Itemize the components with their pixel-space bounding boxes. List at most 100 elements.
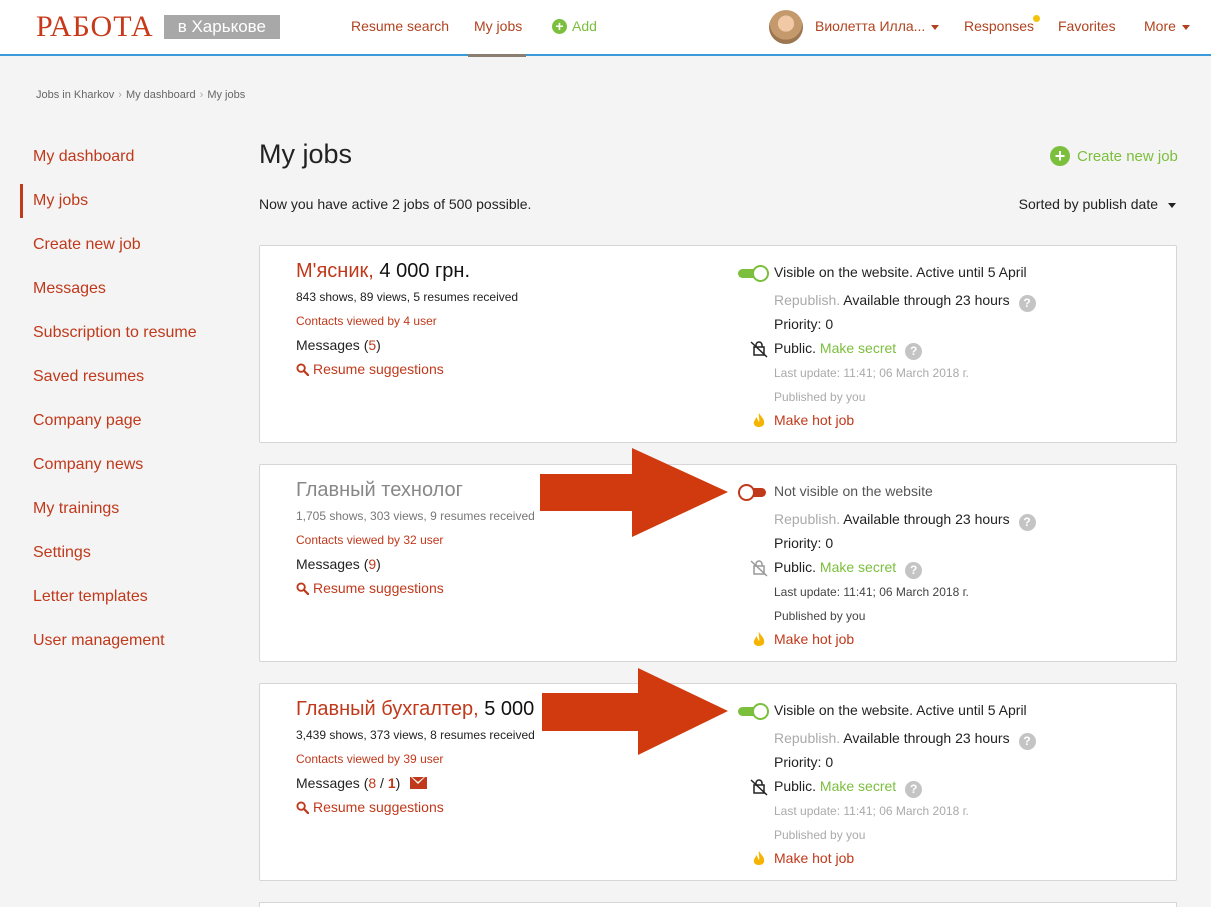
sidebar-item-messages[interactable]: Messages <box>20 272 230 316</box>
chevron-down-icon <box>1168 202 1176 208</box>
nav-more[interactable]: More <box>1144 18 1190 34</box>
public-row: Public. Make secret? <box>774 559 923 579</box>
job-messages: Messages (5) <box>296 337 381 353</box>
resume-suggestions-link[interactable]: Resume suggestions <box>296 580 444 596</box>
messages-label: Messages ( <box>296 556 369 572</box>
job-title: Главный технолог <box>296 479 463 501</box>
priority-text: Priority: 0 <box>774 754 834 770</box>
job-title-link[interactable]: Главный бухгалтер, 5 000 <box>296 698 534 721</box>
messages-count[interactable]: 5 <box>368 337 376 353</box>
breadcrumb-my-dashboard[interactable]: My dashboard <box>126 89 196 101</box>
job-title: М'ясник, <box>296 260 374 282</box>
contacts-viewed-link[interactable]: Contacts viewed by 4 user <box>296 314 437 328</box>
make-secret-link[interactable]: Make secret <box>820 778 896 794</box>
sidebar-item-my-dashboard[interactable]: My dashboard <box>20 140 230 184</box>
help-icon[interactable]: ? <box>905 343 923 360</box>
make-hot-job-link[interactable]: Make hot job <box>774 412 854 428</box>
sort-dropdown[interactable]: Sorted by publish date <box>1019 196 1176 212</box>
help-icon[interactable]: ? <box>1018 733 1036 750</box>
sidebar: My dashboard My jobs Create new job Mess… <box>20 140 230 668</box>
sidebar-item-my-trainings[interactable]: My trainings <box>20 492 230 536</box>
logo-main-text: РАБОТА <box>36 10 154 43</box>
sidebar-item-create-new-job[interactable]: Create new job <box>20 228 230 272</box>
sidebar-item-settings[interactable]: Settings <box>20 536 230 580</box>
search-icon <box>296 362 309 376</box>
active-jobs-summary: Now you have active 2 jobs of 500 possib… <box>259 196 532 212</box>
visibility-toggle[interactable] <box>738 484 769 501</box>
republish-link: Republish. <box>774 730 841 746</box>
sidebar-item-my-jobs[interactable]: My jobs <box>20 184 230 218</box>
search-icon <box>296 800 309 814</box>
job-title-link[interactable]: Главный технолог <box>296 479 463 502</box>
breadcrumb-separator: › <box>199 89 204 101</box>
sidebar-item-company-news[interactable]: Company news <box>20 448 230 492</box>
sidebar-item-company-page[interactable]: Company page <box>20 404 230 448</box>
top-header: РАБОТА в Харькове Resume search My jobs … <box>0 0 1211 56</box>
republish-row: Republish. Available through 23 hours? <box>774 292 1036 312</box>
priority-text: Priority: 0 <box>774 316 834 332</box>
job-stats: 3,439 shows, 373 views, 8 resumes receiv… <box>296 728 535 742</box>
create-new-job-button[interactable]: + Create new job <box>1050 146 1178 166</box>
resume-suggestions-link[interactable]: Resume suggestions <box>296 799 444 815</box>
resume-suggestions-link[interactable]: Resume suggestions <box>296 361 444 377</box>
logo-city-badge: в Харькове <box>163 15 280 39</box>
nav-responses[interactable]: Responses <box>964 18 1034 34</box>
chevron-down-icon <box>1181 24 1190 30</box>
contacts-viewed-link[interactable]: Contacts viewed by 32 user <box>296 533 443 547</box>
job-card-partial <box>259 902 1177 907</box>
last-update: Last update: 11:41; 06 March 2018 г. <box>774 366 969 380</box>
nav-add-label: Add <box>572 18 597 34</box>
active-tab-indicator <box>468 54 526 57</box>
flame-icon <box>753 413 765 427</box>
help-icon[interactable]: ? <box>1018 295 1036 312</box>
sidebar-item-user-management[interactable]: User management <box>20 624 230 668</box>
plus-icon: + <box>1050 146 1070 166</box>
make-secret-link[interactable]: Make secret <box>820 559 896 575</box>
breadcrumb-jobs-in-kharkov[interactable]: Jobs in Kharkov <box>36 89 114 101</box>
help-icon[interactable]: ? <box>905 781 923 798</box>
user-menu[interactable]: Виолетта Илла... <box>815 18 940 34</box>
resume-suggestions-label: Resume suggestions <box>313 799 444 815</box>
sidebar-item-saved-resumes[interactable]: Saved resumes <box>20 360 230 404</box>
envelope-icon[interactable] <box>410 777 428 789</box>
public-row: Public. Make secret? <box>774 778 923 798</box>
messages-new-count[interactable]: 1 <box>388 775 396 791</box>
make-hot-job-link[interactable]: Make hot job <box>774 850 854 866</box>
avatar[interactable] <box>769 10 803 44</box>
messages-count[interactable]: 9 <box>368 556 376 572</box>
breadcrumb: Jobs in Kharkov › My dashboard › My jobs <box>36 89 245 101</box>
make-secret-link[interactable]: Make secret <box>820 340 896 356</box>
site-logo[interactable]: РАБОТА в Харькове <box>36 10 280 44</box>
make-hot-job-link[interactable]: Make hot job <box>774 631 854 647</box>
annotation-arrow <box>542 668 728 755</box>
help-icon[interactable]: ? <box>1018 514 1036 531</box>
nav-favorites[interactable]: Favorites <box>1058 18 1116 34</box>
flame-icon <box>753 851 765 865</box>
published-by: Published by you <box>774 609 866 623</box>
help-icon[interactable]: ? <box>905 562 923 579</box>
republish-row: Republish. Available through 23 hours? <box>774 730 1036 750</box>
messages-count[interactable]: 8 <box>368 775 376 791</box>
job-stats: 1,705 shows, 303 views, 9 resumes receiv… <box>296 509 535 523</box>
published-by: Published by you <box>774 828 866 842</box>
messages-close: ) <box>376 556 381 572</box>
public-icon <box>750 560 768 577</box>
job-card: М'ясник, 4 000 грн. 843 shows, 89 views,… <box>259 245 1177 443</box>
nav-resume-search[interactable]: Resume search <box>351 18 449 34</box>
visibility-toggle[interactable] <box>738 703 769 720</box>
visibility-toggle[interactable] <box>738 265 769 282</box>
sidebar-item-subscription-to-resume[interactable]: Subscription to resume <box>20 316 230 360</box>
job-messages: Messages (9) <box>296 556 381 572</box>
make-hot-job-row: Make hot job <box>774 631 854 647</box>
job-title: Главный бухгалтер, <box>296 698 479 720</box>
messages-close: ) <box>395 775 401 791</box>
job-title-link[interactable]: М'ясник, 4 000 грн. <box>296 260 470 283</box>
resume-suggestions-label: Resume suggestions <box>313 361 444 377</box>
chevron-down-icon <box>931 24 940 30</box>
search-icon <box>296 581 309 595</box>
nav-add-button[interactable]: + Add <box>552 18 597 34</box>
contacts-viewed-link[interactable]: Contacts viewed by 39 user <box>296 752 443 766</box>
sidebar-item-letter-templates[interactable]: Letter templates <box>20 580 230 624</box>
messages-label: Messages ( <box>296 775 369 791</box>
nav-my-jobs[interactable]: My jobs <box>474 18 522 34</box>
